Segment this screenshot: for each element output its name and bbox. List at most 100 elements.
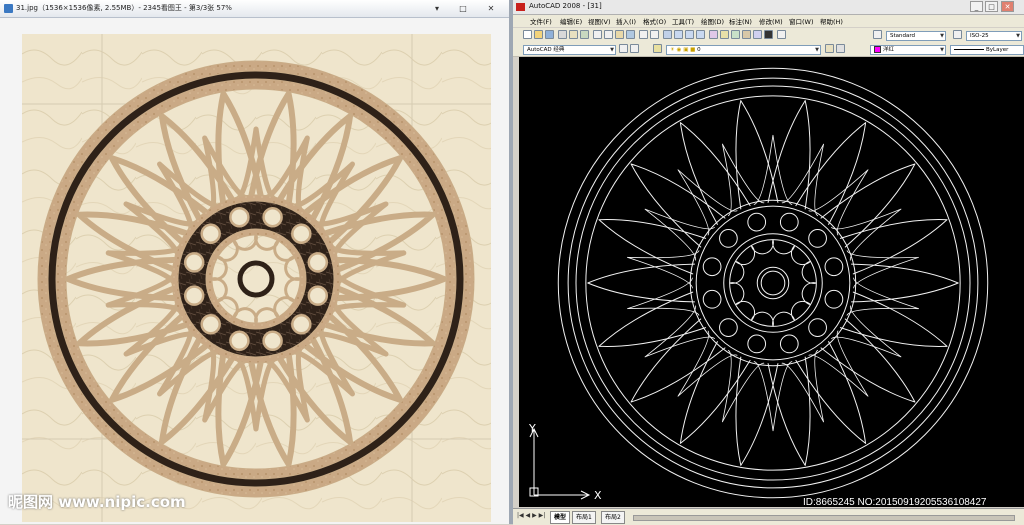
zoom-window-icon[interactable] xyxy=(685,30,694,39)
petal-lines-inner xyxy=(627,134,919,432)
scallop-ring xyxy=(723,233,823,333)
menu-draw[interactable]: 绘图(D) xyxy=(701,16,724,26)
menu-format[interactable]: 格式(O) xyxy=(643,16,666,26)
layer-manager-icon[interactable] xyxy=(653,44,662,53)
sheet-set-icon[interactable] xyxy=(742,30,751,39)
center-dot xyxy=(808,229,827,248)
tab-layout2[interactable]: 布局2 xyxy=(601,511,625,524)
workspace-select[interactable]: AutoCAD 经典 ▼ xyxy=(523,45,616,55)
workspace-settings-icon[interactable] xyxy=(619,44,628,53)
center-dot xyxy=(808,318,827,337)
center-dot xyxy=(183,285,205,306)
calculator-icon[interactable] xyxy=(764,30,773,39)
center-dark-band xyxy=(695,205,851,361)
inner-beige-ring xyxy=(575,85,971,481)
properties-icon[interactable] xyxy=(709,30,718,39)
copy-icon[interactable] xyxy=(604,30,613,39)
scallop-field xyxy=(729,239,817,327)
zoom-realtime-icon[interactable] xyxy=(674,30,683,39)
tab-navigation[interactable]: |◀ ◀ ▶ ▶| xyxy=(517,512,545,519)
chevron-down-icon: ▼ xyxy=(610,47,614,53)
petal-field xyxy=(585,95,961,471)
text-style-icon[interactable] xyxy=(873,30,882,39)
color-select[interactable]: 洋红 ▼ xyxy=(870,45,946,55)
cad-maximize-button[interactable]: □ xyxy=(985,1,998,12)
petal-lines-outer xyxy=(587,100,959,466)
paste-icon[interactable] xyxy=(615,30,624,39)
tab-model[interactable]: 模型 xyxy=(550,511,571,524)
center-dot xyxy=(262,330,283,352)
dim-style-icon[interactable] xyxy=(953,30,962,39)
center-dot xyxy=(291,223,312,244)
center-dot xyxy=(702,289,722,309)
autocad-app-icon xyxy=(516,3,525,11)
linetype-sample xyxy=(954,49,984,50)
layer-previous-icon[interactable] xyxy=(836,44,845,53)
center-dot xyxy=(307,285,329,306)
cad-close-button[interactable]: ✕ xyxy=(1001,1,1014,12)
menu-edit[interactable]: 编辑(E) xyxy=(560,16,582,26)
text-style-value: Standard xyxy=(890,33,916,39)
menu-dimension[interactable]: 标注(N) xyxy=(729,16,752,26)
match-properties-icon[interactable] xyxy=(626,30,635,39)
layer-select[interactable]: ☀ ◉ ▣ ■ 0 ▼ xyxy=(666,45,821,55)
tool-palettes-icon[interactable] xyxy=(731,30,740,39)
publish-icon[interactable] xyxy=(580,30,589,39)
open-icon[interactable] xyxy=(534,30,543,39)
color-swatch xyxy=(874,46,881,53)
help-icon[interactable] xyxy=(777,30,786,39)
marble-medallion-photo xyxy=(22,34,491,522)
markup-icon[interactable] xyxy=(753,30,762,39)
redo-icon[interactable] xyxy=(650,30,659,39)
cad-title-bar[interactable]: AutoCAD 2008 - [31] _ □ ✕ xyxy=(513,0,1024,15)
save-icon[interactable] xyxy=(545,30,554,39)
center-dot xyxy=(747,334,767,354)
center-dot xyxy=(779,212,799,232)
standard-toolbar: Standard ▼ ISO-25 ▼ xyxy=(513,28,1024,44)
center-circle-inner xyxy=(760,270,786,296)
menu-insert[interactable]: 插入(I) xyxy=(616,16,636,26)
menu-tools[interactable]: 工具(T) xyxy=(672,16,694,26)
design-center-icon[interactable] xyxy=(720,30,729,39)
layers-toolbar: AutoCAD 经典 ▼ ☀ ◉ ▣ ■ 0 ▼ 洋红 ▼ ByLayer xyxy=(513,43,1024,57)
save-workspace-icon[interactable] xyxy=(630,44,639,53)
center-dot xyxy=(291,314,312,335)
image-id-label: ID:8665245 NO:20150919205536108427 xyxy=(803,497,987,508)
new-icon[interactable] xyxy=(523,30,532,39)
cad-title: AutoCAD 2008 - [31] xyxy=(529,2,602,10)
tab-layout1[interactable]: 布局1 xyxy=(572,511,596,524)
linetype-select[interactable]: ByLayer xyxy=(950,45,1024,55)
print-icon[interactable] xyxy=(558,30,567,39)
menu-view[interactable]: 视图(V) xyxy=(588,16,611,26)
center-dot xyxy=(200,314,221,335)
center-dot xyxy=(183,252,205,273)
cut-icon[interactable] xyxy=(593,30,602,39)
autocad-window: AutoCAD 2008 - [31] _ □ ✕ 文件(F) 编辑(E) 视图… xyxy=(513,0,1024,525)
center-dot xyxy=(307,252,329,273)
cad-drawing-area[interactable]: Y X xyxy=(519,57,1024,507)
dim-style-select[interactable]: ISO-25 ▼ xyxy=(966,31,1022,41)
viewer-menu-button[interactable]: ▾ xyxy=(430,3,444,14)
viewer-close-button[interactable]: ✕ xyxy=(484,3,498,14)
center-dot xyxy=(262,206,283,228)
chevron-down-icon: ▼ xyxy=(815,47,819,53)
center-dot xyxy=(702,257,722,277)
zoom-previous-icon[interactable] xyxy=(696,30,705,39)
undo-icon[interactable] xyxy=(639,30,648,39)
pan-icon[interactable] xyxy=(663,30,672,39)
menu-modify[interactable]: 修改(M) xyxy=(759,16,783,26)
viewer-title-bar[interactable]: 31.jpg（1536×1536像素, 2.55MB）- 2345看图王 - 第… xyxy=(0,0,509,18)
menu-file[interactable]: 文件(F) xyxy=(530,16,552,26)
chevron-down-icon: ▼ xyxy=(940,33,944,39)
menu-help[interactable]: 帮助(H) xyxy=(820,16,843,26)
menu-window[interactable]: 窗口(W) xyxy=(789,16,814,26)
text-style-select[interactable]: Standard ▼ xyxy=(886,31,946,41)
horizontal-scrollbar[interactable] xyxy=(633,515,1015,521)
center-circle xyxy=(756,266,790,300)
make-current-layer-icon[interactable] xyxy=(825,44,834,53)
center-dot xyxy=(719,229,738,248)
preview-icon[interactable] xyxy=(569,30,578,39)
workspace-value: AutoCAD 经典 xyxy=(527,47,565,53)
cad-minimize-button[interactable]: _ xyxy=(970,1,983,12)
viewer-maximize-button[interactable]: □ xyxy=(456,3,470,14)
